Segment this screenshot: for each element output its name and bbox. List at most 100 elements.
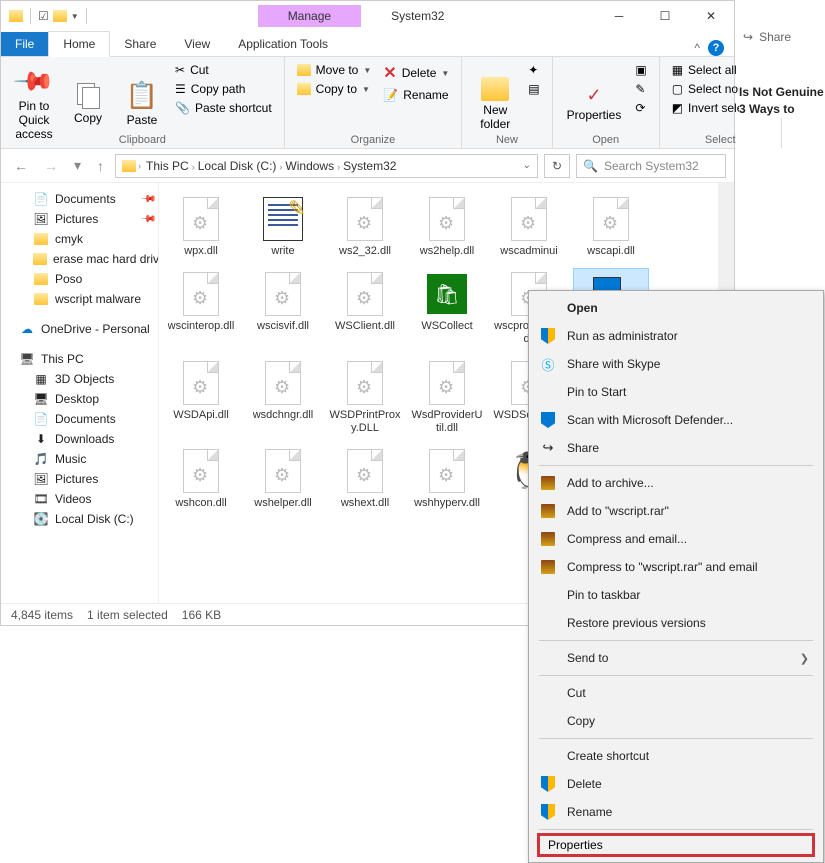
ctx-item[interactable]: Send to❯	[531, 644, 821, 672]
file-item[interactable]: ⚙wpx.dll	[163, 193, 239, 262]
file-item[interactable]: ⚙wscadminui	[491, 193, 567, 262]
sidebar-item[interactable]: 📄Documents	[1, 409, 158, 429]
minimize-button[interactable]: ─	[596, 1, 642, 31]
recent-button[interactable]: ▾	[69, 154, 86, 177]
tab-home[interactable]: Home	[48, 31, 110, 57]
rename-button[interactable]: 📝Rename	[379, 86, 453, 104]
file-item[interactable]: ⚙WsdProviderUtil.dll	[409, 357, 485, 439]
rar-icon	[539, 474, 557, 492]
edit-button[interactable]: ✎	[631, 80, 650, 98]
search-input[interactable]: 🔍 Search System32	[576, 154, 726, 178]
folder-icon	[33, 232, 49, 246]
sidebar-item[interactable]: 🎞Videos	[1, 489, 158, 509]
ctx-item[interactable]: Delete	[531, 770, 821, 798]
ctx-item[interactable]: Compress to "wscript.rar" and email	[531, 553, 821, 581]
ctx-item[interactable]: Compress and email...	[531, 525, 821, 553]
file-item[interactable]: ⚙wshcon.dll	[163, 445, 239, 514]
address-bar[interactable]: › This PC›Local Disk (C:)›Windows›System…	[115, 154, 538, 178]
pasteshortcut-button[interactable]: 📎Paste shortcut	[171, 99, 276, 117]
sidebar-item[interactable]: 🎵Music	[1, 449, 158, 469]
moveto-button[interactable]: Move to ▼	[293, 61, 376, 79]
ctx-item[interactable]: Run as administrator	[531, 322, 821, 350]
file-item[interactable]: ⚙wscinterop.dll	[163, 268, 239, 350]
manage-tab[interactable]: Manage	[258, 5, 361, 27]
folder-icon	[297, 83, 311, 95]
file-item[interactable]: ⚙wshhyperv.dll	[409, 445, 485, 514]
file-item[interactable]: ✎write	[245, 193, 321, 262]
ctx-item[interactable]: Cut	[531, 679, 821, 707]
newitem-button[interactable]: ✦	[524, 61, 543, 79]
file-item[interactable]: ⚙wsdchngr.dll	[245, 357, 321, 439]
ctx-item[interactable]: ⓈShare with Skype	[531, 350, 821, 378]
breadcrumb-item[interactable]: Windows	[282, 157, 337, 175]
sidebar-item[interactable]: 📄Documents📌	[1, 189, 158, 209]
file-item[interactable]: ⚙WSDPrintProxy.DLL	[327, 357, 403, 439]
file-item[interactable]: ⚙ws2_32.dll	[327, 193, 403, 262]
sidebar-item[interactable]: 💽Local Disk (C:)	[1, 509, 158, 529]
file-item[interactable]: ⚙wscisvif.dll	[245, 268, 321, 350]
sidebar-item[interactable]: cmyk	[1, 229, 158, 249]
sidebar-item[interactable]: 🖥Desktop	[1, 389, 158, 409]
tab-apptools[interactable]: Application Tools	[224, 32, 342, 56]
delete-button[interactable]: ✕Delete ▼	[379, 61, 453, 85]
ctx-item[interactable]: Copy	[531, 707, 821, 735]
sidebar-item[interactable]: ⬇Downloads	[1, 429, 158, 449]
ctx-item[interactable]: Add to "wscript.rar"	[531, 497, 821, 525]
qat-dropdown[interactable]: ▼	[71, 12, 79, 21]
ctx-item[interactable]: Open	[531, 294, 821, 322]
file-item[interactable]: ⚙wscapi.dll	[573, 193, 649, 262]
file-item[interactable]: ⚙WSClient.dll	[327, 268, 403, 350]
file-label: wshcon.dll	[175, 497, 226, 510]
file-item[interactable]: ⚙ws2help.dll	[409, 193, 485, 262]
sidebar-item[interactable]: 🖼Pictures📌	[1, 209, 158, 229]
ctx-item[interactable]: ↪Share	[531, 434, 821, 462]
tab-view[interactable]: View	[170, 32, 224, 56]
tab-file[interactable]: File	[1, 32, 48, 56]
chevron-down-icon[interactable]: ⌄	[523, 160, 531, 171]
ctx-item[interactable]: Create shortcut	[531, 742, 821, 770]
breadcrumb-item[interactable]: System32	[340, 157, 399, 175]
breadcrumb-item[interactable]: Local Disk (C:)	[195, 157, 280, 175]
group-label: Select	[660, 134, 781, 146]
copyto-button[interactable]: Copy to ▼	[293, 80, 376, 98]
sidebar-thispc[interactable]: 🖥This PC	[1, 349, 158, 369]
file-item[interactable]: ⚙WSDApi.dll	[163, 357, 239, 439]
share-button[interactable]: ↪Share	[739, 26, 825, 48]
ctx-item[interactable]: Add to archive...	[531, 469, 821, 497]
ctx-item[interactable]: Rename	[531, 798, 821, 826]
ctx-item[interactable]: Scan with Microsoft Defender...	[531, 406, 821, 434]
file-item[interactable]: ⚙wshext.dll	[327, 445, 403, 514]
open-button[interactable]: ▣	[631, 61, 650, 79]
up-button[interactable]: ↑	[92, 155, 109, 177]
forward-button[interactable]: →	[39, 155, 63, 177]
breadcrumb-item[interactable]: This PC	[143, 157, 192, 175]
ctx-item[interactable]: Pin to taskbar	[531, 581, 821, 609]
vid-icon: 🎞	[33, 492, 49, 506]
close-button[interactable]: ✕	[688, 1, 734, 31]
ribbon-chevron-icon[interactable]: ^	[694, 41, 700, 55]
file-item[interactable]: 🛍WSCollect	[409, 268, 485, 350]
copypath-button[interactable]: ☰Copy path	[171, 80, 276, 98]
qat-item[interactable]: ☑	[38, 9, 49, 23]
sidebar-item[interactable]: 🖼Pictures	[1, 469, 158, 489]
paste-icon: 📋	[126, 80, 158, 111]
cut-button[interactable]: ✂Cut	[171, 61, 276, 79]
file-item[interactable]: ⚙wshelper.dll	[245, 445, 321, 514]
maximize-button[interactable]: ☐	[642, 1, 688, 31]
ctx-item-highlighted[interactable]: Properties	[537, 833, 815, 857]
sidebar-item[interactable]: ▦3D Objects	[1, 369, 158, 389]
sidebar-item[interactable]: Poso	[1, 269, 158, 289]
check-icon: ✓	[586, 85, 601, 106]
refresh-button[interactable]: ↻	[544, 154, 570, 178]
history-button[interactable]: ⟳	[631, 99, 650, 117]
btn-label: Paste	[127, 113, 158, 127]
tab-share[interactable]: Share	[110, 32, 170, 56]
easyaccess-button[interactable]: ▤	[524, 80, 543, 98]
sidebar-item[interactable]: wscript malware	[1, 289, 158, 309]
help-icon[interactable]: ?	[708, 40, 724, 56]
back-button[interactable]: ←	[9, 155, 33, 177]
ctx-item[interactable]: Pin to Start	[531, 378, 821, 406]
ctx-item[interactable]: Restore previous versions	[531, 609, 821, 637]
sidebar-item[interactable]: erase mac hard drive	[1, 249, 158, 269]
sidebar-onedrive[interactable]: ☁OneDrive - Personal	[1, 319, 158, 339]
